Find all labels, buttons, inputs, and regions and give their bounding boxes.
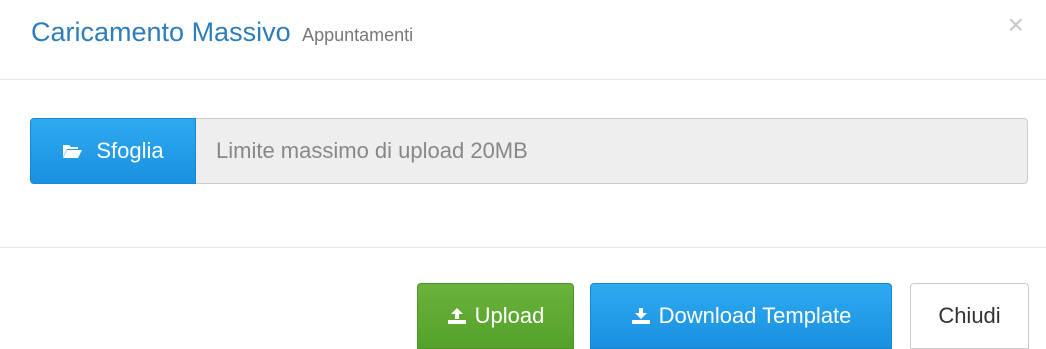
download-template-button[interactable]: Download Template xyxy=(590,283,892,349)
browse-button[interactable]: Sfoglia xyxy=(30,118,196,184)
folder-open-icon xyxy=(63,145,83,158)
download-template-button-label: Download Template xyxy=(658,303,852,328)
upload-button[interactable]: Upload xyxy=(417,283,574,349)
modal-header: Caricamento Massivo Appuntamenti × xyxy=(0,0,1046,80)
close-button[interactable]: Chiudi xyxy=(910,283,1029,349)
modal-footer: Upload Download Template Chiudi xyxy=(0,248,1046,349)
file-input-group: Sfoglia Limite massimo di upload 20MB xyxy=(30,118,1028,184)
modal-title: Caricamento Massivo Appuntamenti xyxy=(31,16,413,51)
modal-body: Sfoglia Limite massimo di upload 20MB xyxy=(0,80,1046,248)
file-path-field[interactable]: Limite massimo di upload 20MB xyxy=(196,118,1028,184)
upload-icon xyxy=(447,308,466,324)
modal-title-text: Caricamento Massivo xyxy=(31,17,291,47)
browse-button-label: Sfoglia xyxy=(96,138,164,163)
modal-subtitle: Appuntamenti xyxy=(302,25,414,45)
download-icon xyxy=(631,308,650,324)
close-icon[interactable]: × xyxy=(1008,10,1024,40)
upload-button-label: Upload xyxy=(474,303,545,328)
close-button-label: Chiudi xyxy=(938,303,1001,328)
file-path-placeholder: Limite massimo di upload 20MB xyxy=(216,138,528,163)
bulk-upload-modal: Caricamento Massivo Appuntamenti × Sfogl… xyxy=(0,0,1046,349)
